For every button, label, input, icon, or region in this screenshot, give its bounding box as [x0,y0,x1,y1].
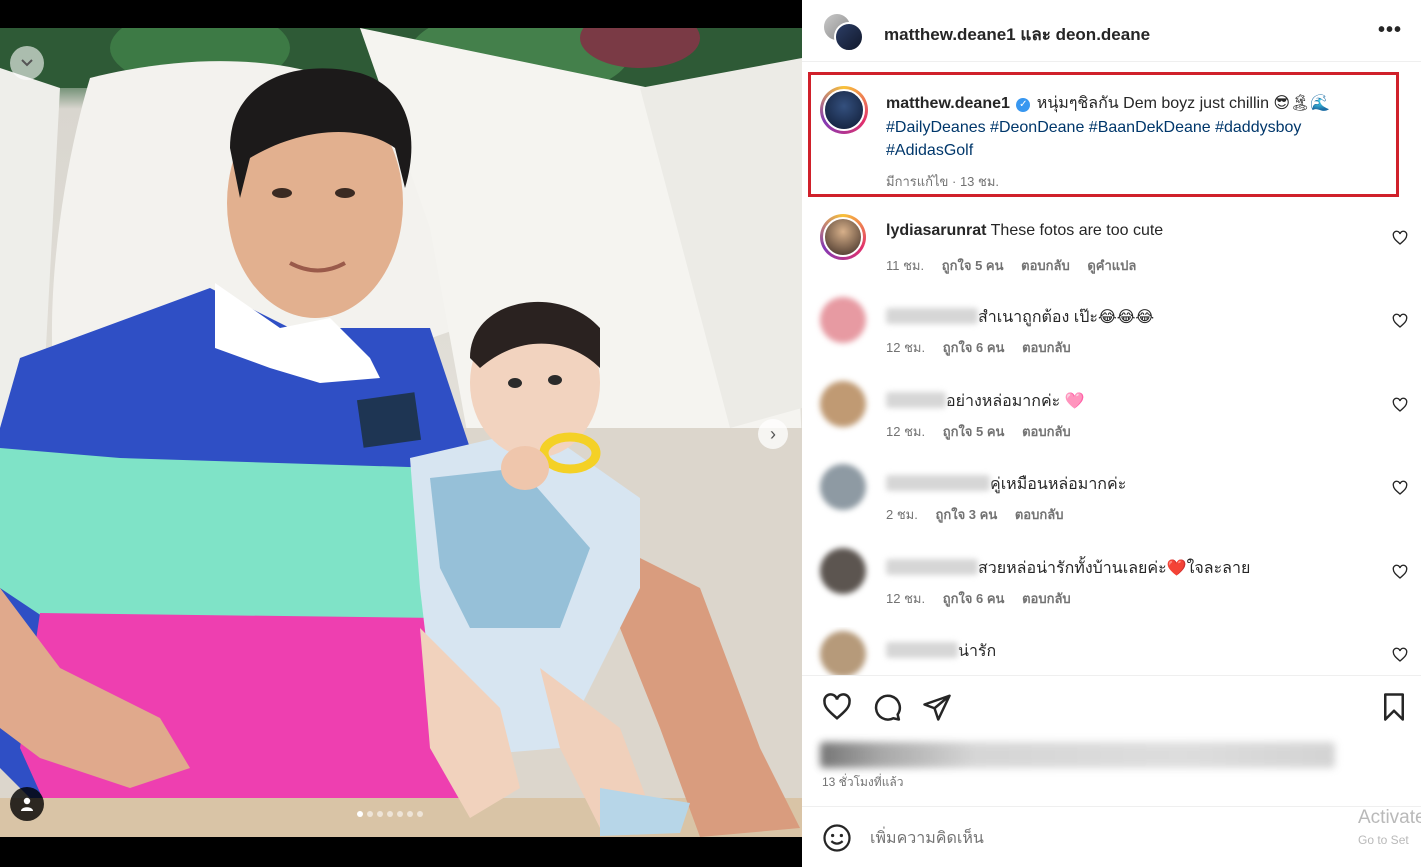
comment-likes[interactable]: ถูกใจ 6 คน [943,340,1005,355]
comment-icon[interactable] [872,692,902,722]
commenter-avatar[interactable] [820,381,866,427]
comment-time[interactable]: 12 ชม. [886,340,925,355]
post-side-panel: matthew.deane1 และ deon.deane ••• matthe… [802,0,1421,867]
comment-item: สวยหล่อน่ารักทั้งบ้านเลยค่ะ❤️ใจละลาย 12 … [802,544,1421,614]
reply-button[interactable]: ตอบกลับ [1015,507,1064,522]
chevron-right-icon: › [770,423,776,444]
carousel-dot [417,811,423,817]
comment-time[interactable]: 12 ชม. [886,591,925,606]
carousel-dot [407,811,413,817]
like-heart-icon[interactable] [822,692,852,722]
watermark-line1: Activate [1358,807,1421,828]
caption-meta: มีการแก้ไข · 13 ชม. [886,174,1000,189]
commenter-avatar[interactable] [820,464,866,510]
heart-icon[interactable] [1392,313,1408,329]
comment-text: น่ารัก [958,643,997,660]
carousel-dot [397,811,403,817]
comment-body: อย่างหล่อมากค่ะ 🩷 [886,389,1085,414]
heart-icon[interactable] [1392,564,1408,580]
tagged-users-button[interactable] [10,787,44,821]
comment-meta: 12 ชม. ถูกใจ 5 คน ตอบกลับ [886,421,1085,442]
heart-icon[interactable] [1392,647,1408,663]
caption: matthew.deane1 ✓ หนุ่มๆชิลกัน Dem boyz j… [886,92,1386,163]
caption-author-avatar[interactable] [820,86,868,134]
divider [802,675,1421,676]
more-options-icon[interactable]: ••• [1378,20,1402,40]
add-comment-input[interactable] [870,826,1330,852]
comment-likes[interactable]: ถูกใจ 5 คน [943,424,1005,439]
comment-likes[interactable]: ถูกใจ 5 คน [942,258,1004,273]
heart-icon[interactable] [1392,230,1408,246]
comment-text: สวยหล่อน่ารักทั้งบ้านเลยค่ะ❤️ใจละลาย [978,560,1251,577]
commenter-avatar[interactable] [820,297,866,343]
comment-item: น่ารัก [802,627,1421,675]
watermark-line2: Go to Set [1358,833,1409,847]
post-header: matthew.deane1 และ deon.deane ••• [802,0,1421,62]
reply-button[interactable]: ตอบกลับ [1021,258,1070,273]
post-media: › [0,0,802,867]
comment-username-redacted[interactable] [886,642,958,658]
commenter-avatar[interactable] [820,631,866,675]
comment-time[interactable]: 12 ชม. [886,424,925,439]
post-photo [0,28,802,837]
comment-username-redacted[interactable] [886,559,978,575]
comment-item: อย่างหล่อมากค่ะ 🩷 12 ชม. ถูกใจ 5 คน ตอบก… [802,377,1421,447]
comment-meta: 2 ชม. ถูกใจ 3 คน ตอบกลับ [886,504,1077,525]
reply-button[interactable]: ตอบกลับ [1022,591,1071,606]
comment-body: สำเนาถูกต้อง เป๊ะ😂😂😂 [886,305,1154,330]
comment-item: คู่เหมือนหล่อมากค่ะ 2 ชม. ถูกใจ 3 คน ตอบ… [802,460,1421,530]
commenter-avatar[interactable] [820,548,866,594]
carousel-dot [367,811,373,817]
caption-text: หนุ่มๆชิลกัน Dem boyz just chillin 😎🏝🌊 [1036,95,1331,112]
avatar [834,22,864,52]
bookmark-icon[interactable] [1379,692,1409,722]
commenter-avatar[interactable] [820,214,866,260]
emoji-icon[interactable] [822,823,852,853]
comment-text: สำเนาถูกต้อง เป๊ะ😂😂😂 [978,309,1155,326]
comment-likes[interactable]: ถูกใจ 6 คน [943,591,1005,606]
comment-text: คู่เหมือนหล่อมากค่ะ [990,476,1127,493]
share-paper-plane-icon[interactable] [922,692,952,722]
reply-button[interactable]: ตอบกลับ [1022,340,1071,355]
comment-username-redacted[interactable] [886,308,978,324]
carousel-indicator [357,811,423,817]
media-overlay-icon[interactable] [10,46,44,80]
post-author-names[interactable]: matthew.deane1 และ deon.deane [884,21,1150,48]
verified-badge-icon: ✓ [1016,98,1031,112]
caption-username[interactable]: matthew.deane1 [886,95,1010,112]
comment-username-redacted[interactable] [886,392,946,408]
person-icon [21,797,33,811]
comment-item: สำเนาถูกต้อง เป๊ะ😂😂😂 12 ชม. ถูกใจ 6 คน ต… [802,293,1421,363]
collab-avatars[interactable] [822,12,866,52]
caption-hashtags[interactable]: #DailyDeanes #DeonDeane #BaanDekDeane #d… [886,119,1301,160]
comment-meta: 12 ชม. ถูกใจ 6 คน ตอบกลับ [886,337,1085,358]
comment-body: สวยหล่อน่ารักทั้งบ้านเลยค่ะ❤️ใจละลาย [886,556,1250,581]
carousel-dot [387,811,393,817]
comment-body: คู่เหมือนหล่อมากค่ะ [886,472,1126,497]
comment-username-redacted[interactable] [886,475,990,491]
windows-activation-watermark: Activate Go to Set [1358,808,1421,850]
heart-icon[interactable] [1392,480,1408,496]
comment-likes[interactable]: ถูกใจ 3 คน [935,507,997,522]
photo-illustration [0,28,802,837]
comment-meta: 12 ชม. ถูกใจ 6 คน ตอบกลับ [886,588,1085,609]
comment-text: อย่างหล่อมากค่ะ 🩷 [946,393,1085,410]
heart-icon[interactable] [1392,397,1408,413]
divider [802,806,1421,807]
see-translation-button[interactable]: ดูคำแปล [1087,258,1136,273]
post-timestamp[interactable]: 13 ชั่วโมงที่แล้ว [822,773,904,792]
comment-time[interactable]: 2 ชม. [886,507,918,522]
comment-time[interactable]: 11 ชม. [886,258,924,273]
comment-username[interactable]: lydiasarunrat [886,222,986,239]
comment-body: น่ารัก [886,639,996,664]
carousel-dot [357,811,363,817]
comment-body: lydiasarunrat These fotos are too cute [886,222,1163,240]
carousel-dot [377,811,383,817]
reply-button[interactable]: ตอบกลับ [1022,424,1071,439]
comment-text: These fotos are too cute [990,222,1164,239]
comment-item: lydiasarunrat These fotos are too cute 1… [802,210,1421,280]
carousel-next-button[interactable]: › [758,419,788,449]
likes-summary-redacted[interactable] [820,742,1335,768]
comment-meta: 11 ชม. ถูกใจ 5 คน ตอบกลับ ดูคำแปล [886,255,1150,276]
